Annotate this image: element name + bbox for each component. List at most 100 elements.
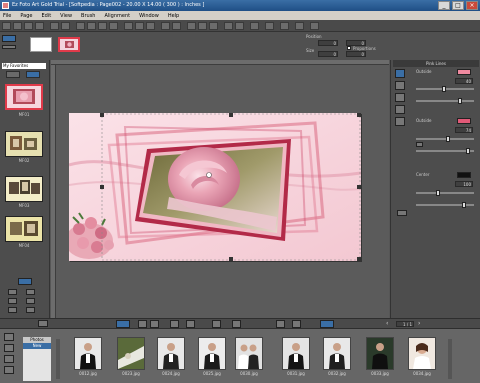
hand-icon[interactable] [209,22,218,30]
cut-icon[interactable] [76,22,85,30]
filmstrip-scroll-right[interactable] [448,339,452,379]
print-icon[interactable] [35,22,44,30]
tool-g-icon[interactable] [276,320,285,328]
panel-tool-2-icon[interactable] [26,289,35,295]
proportions-checkbox[interactable] [347,46,351,50]
tool-h-icon[interactable] [292,320,301,328]
album-page[interactable] [69,113,361,261]
favorites-tab[interactable] [26,71,40,78]
menu-alignment[interactable]: Alignment [104,13,130,19]
new-icon[interactable] [2,22,11,30]
photo-list-item[interactable]: New [23,343,51,349]
outside-slider-2[interactable] [416,98,474,104]
next-page-button[interactable]: › [418,321,424,327]
flip-icon[interactable] [146,22,155,30]
size-h-input[interactable]: 0 [346,51,366,57]
panel-tool-5-icon[interactable] [8,307,17,313]
outside-slider-4[interactable] [416,148,474,154]
panel-tool-3-icon[interactable] [8,298,17,304]
photo-folder-list[interactable]: Photos New [23,337,51,381]
canvas-area[interactable] [51,60,389,318]
menu-brush[interactable]: Brush [81,13,95,19]
position-x-input[interactable]: 0 [318,40,338,46]
page-nav-icon[interactable] [2,45,16,49]
outside-slider-3[interactable] [416,136,474,142]
outside-value-2[interactable]: 74 [455,127,473,133]
photo-thumbnail-1[interactable] [74,337,102,370]
fit-icon[interactable] [224,22,233,30]
lock-icon[interactable] [280,22,289,30]
prev-page-button[interactable]: ‹ [386,321,392,327]
open-icon[interactable] [13,22,22,30]
save-icon[interactable] [24,22,33,30]
brush-icon[interactable] [172,22,181,30]
group-icon[interactable] [265,22,274,30]
page-thumbnail-1[interactable] [30,37,52,52]
effect-tool-icon[interactable] [395,117,405,126]
photo-thumbnail-5[interactable] [235,337,263,370]
menu-file[interactable]: File [3,13,11,19]
layouts-tab[interactable] [6,71,20,78]
photo-thumbnail-3[interactable] [157,337,185,370]
panel-tool-6-icon[interactable] [26,307,35,313]
category-select[interactable]: My Favorites [2,63,46,69]
layout-thumbnail-3[interactable] [5,176,43,202]
menu-page[interactable]: Page [20,13,32,19]
maximize-button[interactable]: □ [452,1,464,10]
size-w-input[interactable]: 0 [318,51,338,57]
zoom-in-icon[interactable] [187,22,196,30]
folder-icon[interactable] [4,344,14,352]
center-value[interactable]: 100 [455,181,473,187]
tool-d-icon[interactable] [186,320,195,328]
filmstrip-view-icon[interactable] [320,320,334,328]
frame-icon[interactable] [310,22,319,30]
photo-thumbnail-7[interactable] [323,337,351,370]
panel-arrow-button[interactable] [18,278,32,285]
photo-view-icon[interactable] [116,320,130,328]
photo-thumbnail-2[interactable] [117,337,145,370]
tool-f-icon[interactable] [232,320,241,328]
undo-icon[interactable] [50,22,59,30]
tool-e-icon[interactable] [212,320,221,328]
paste-icon[interactable] [98,22,107,30]
crop-icon[interactable] [124,22,133,30]
redo-icon[interactable] [61,22,70,30]
outside-value-1[interactable]: 40 [455,78,473,84]
layout-thumbnail-4[interactable] [5,216,43,242]
rotate-icon[interactable] [135,22,144,30]
outside-slider-1[interactable] [416,86,474,92]
close-button[interactable]: × [466,1,478,10]
eyedrop-icon[interactable] [295,22,304,30]
shadow-tool-icon[interactable] [395,81,405,90]
center-slider-1[interactable] [416,190,474,196]
filmstrip-scroll-left[interactable] [56,339,60,379]
link-icon[interactable] [416,142,423,147]
border-tool-icon[interactable] [395,93,405,102]
outside-color-swatch-2[interactable] [457,118,471,124]
copy-icon[interactable] [87,22,96,30]
page-view-icon[interactable] [2,35,16,42]
menu-edit[interactable]: Edit [41,13,51,19]
tool-a-icon[interactable] [138,320,147,328]
zoom-out-icon[interactable] [198,22,207,30]
photo-thumbnail-8[interactable] [366,337,394,370]
mask-tool-icon[interactable] [395,105,405,114]
remove-photo-icon[interactable] [4,366,14,374]
center-color-swatch[interactable] [457,172,471,178]
layout-thumbnail-2[interactable] [5,131,43,157]
photo-thumbnail-9[interactable] [408,337,436,370]
grid-icon[interactable] [235,22,244,30]
page-thumbnail-2[interactable] [58,37,80,52]
outside-color-swatch-1[interactable] [457,69,471,75]
menu-view[interactable]: View [60,13,72,19]
tool-c-icon[interactable] [170,320,179,328]
text-tool-icon[interactable] [4,355,14,363]
photo-thumbnail-4[interactable] [198,337,226,370]
minimize-button[interactable]: _ [438,1,450,10]
menu-help[interactable]: Help [168,13,179,19]
frame-tool-icon[interactable] [395,69,405,78]
apply-icon[interactable] [397,210,407,216]
text-icon[interactable] [161,22,170,30]
import-icon[interactable] [4,333,14,341]
center-slider-2[interactable] [416,202,474,208]
